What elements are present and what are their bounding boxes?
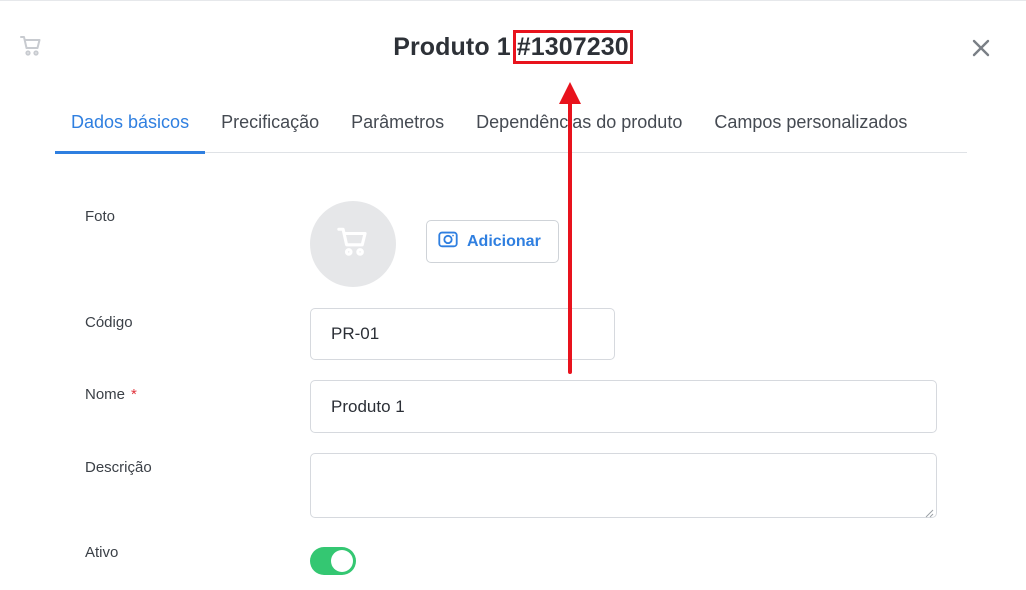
add-photo-button[interactable]: Adicionar — [426, 220, 559, 263]
photo-label: Foto — [85, 208, 116, 225]
active-toggle[interactable] — [310, 547, 356, 575]
top-border — [0, 0, 1026, 1]
description-label: Descrição — [85, 459, 152, 476]
camera-icon — [437, 228, 459, 255]
tab-dependencias[interactable]: Dependências do produto — [460, 100, 698, 153]
code-label: Código — [85, 314, 133, 331]
cart-placeholder-icon — [336, 225, 370, 264]
name-input[interactable]: Produto 1 — [310, 380, 937, 433]
required-mark: * — [131, 386, 137, 403]
tab-dados-basicos[interactable]: Dados básicos — [55, 100, 206, 154]
toggle-knob — [331, 550, 353, 572]
tab-precificacao[interactable]: Precificação — [205, 100, 335, 153]
description-textarea[interactable] — [310, 453, 937, 518]
tab-bar: Dados básicos Precificação Parâmetros De… — [55, 100, 967, 154]
add-photo-label: Adicionar — [467, 232, 541, 250]
close-icon[interactable] — [968, 35, 994, 61]
tab-parametros[interactable]: Parâmetros — [335, 100, 460, 153]
code-input[interactable]: PR-01 — [310, 308, 615, 360]
product-id-highlight: #1307230 — [512, 30, 633, 64]
product-photo-placeholder — [310, 201, 396, 287]
tab-campos-personalizados[interactable]: Campos personalizados — [698, 100, 923, 153]
name-label: Nome * — [85, 386, 137, 403]
active-label: Ativo — [85, 544, 119, 561]
page-title: Produto 1 #1307230 — [0, 30, 1026, 64]
name-label-text: Nome — [85, 386, 126, 403]
resize-grip-icon[interactable] — [924, 505, 934, 518]
product-name: Produto 1 — [393, 33, 511, 61]
